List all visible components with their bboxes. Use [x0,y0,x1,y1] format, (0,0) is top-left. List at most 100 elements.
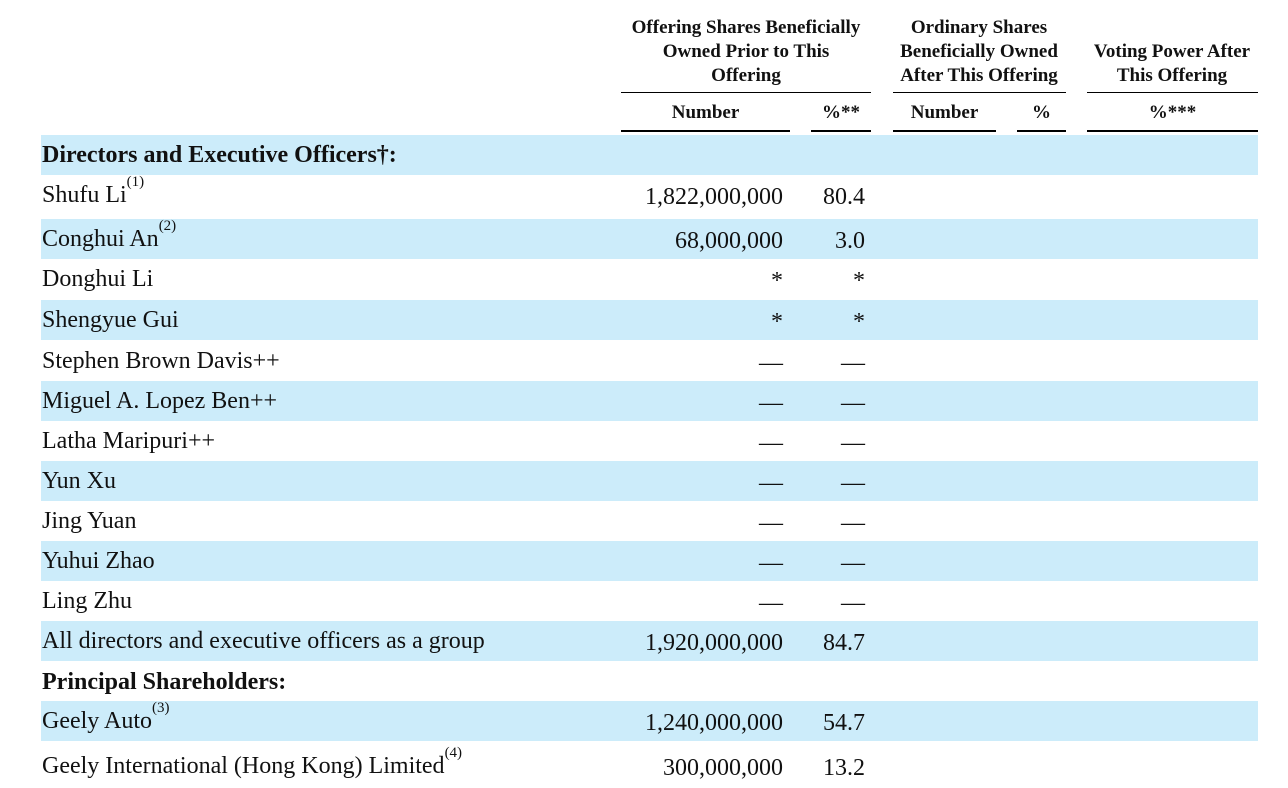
section-title: Directors and Executive Officers†: [42,135,397,175]
holder-name-text: Geely International (Hong Kong) Limited [42,753,445,779]
holder-name-text: Shengyue Gui [42,307,179,333]
section-header-row: Directors and Executive Officers†: [41,135,1258,175]
shares-number-cell: — [759,470,783,496]
footnote-ref: (3) [151,700,170,716]
holder-name-text: Jing Yuan [42,508,137,534]
col-header-offering-shares-line3: Offering [711,65,781,86]
col-header-offering-shares: Offering Shares Beneficially Owned Prior… [618,16,874,88]
shares-percent-cell: 84.7 [823,630,865,656]
holder-name: Yuhui Zhao [42,541,155,581]
shares-number-cell: * [771,309,783,335]
holder-name: Shengyue Gui [42,300,179,340]
table-row: Miguel A. Lopez Ben++ — — [41,381,1258,421]
section-header-row: Principal Shareholders: [41,662,1258,702]
shares-number-cell: 68,000,000 [675,228,783,254]
holder-name-text: Miguel A. Lopez Ben++ [42,388,278,414]
shares-percent-cell: 80.4 [823,184,865,210]
subheader-pct-prior: %** [822,102,860,123]
holder-name: Yun Xu [42,461,116,501]
header-rule-group2 [893,92,1066,93]
shares-number-cell: 1,920,000,000 [645,630,783,656]
holder-name-text: Shufu Li [42,182,127,208]
holder-name: Shufu Li(1) [42,174,145,215]
col-header-voting-power-line1: Voting Power After [1093,41,1251,62]
table-row: Shufu Li(1) 1,822,000,000 80.4 [41,174,1258,215]
table-row: Shengyue Gui * * [41,300,1258,340]
col-header-offering-shares-line2: Owned Prior to This [662,41,830,62]
shares-percent-cell: — [841,390,865,416]
holder-name: Donghui Li [42,259,153,299]
col-header-offering-shares-line1: Offering Shares Beneficially [631,17,861,38]
shares-percent-cell: — [841,510,865,536]
shares-percent-cell: 3.0 [835,228,865,254]
shares-number-cell: 1,240,000,000 [645,710,783,736]
subheader-rule-number-after [893,130,996,132]
footnote-ref: (1) [126,174,145,190]
shares-percent-cell: — [841,550,865,576]
col-header-ordinary-shares-line1: Ordinary Shares [910,17,1048,38]
holder-name-text: All directors and executive officers as … [42,628,485,654]
col-header-ordinary-shares-line2: Beneficially Owned [900,41,1058,62]
shares-percent-cell: 13.2 [823,755,865,781]
shares-percent-cell: — [841,590,865,616]
holder-name: Miguel A. Lopez Ben++ [42,381,277,421]
shares-percent-cell: * [853,268,865,294]
subheader-pct-voting: %*** [1148,102,1197,123]
shares-percent-cell: — [841,470,865,496]
holder-name-text: Stephen Brown Davis++ [42,348,280,374]
holder-name: Stephen Brown Davis++ [42,341,280,381]
subheader-number-prior: Number [671,102,740,123]
shares-number-cell: — [759,590,783,616]
col-header-voting-power: Voting Power After This Offering [1086,40,1258,88]
table-row: Yun Xu — — [41,461,1258,501]
table-row: Jing Yuan — — [41,501,1258,541]
holder-name-text: Geely Auto [42,708,152,734]
table-row: Ling Zhu — — [41,581,1258,621]
table-row: Stephen Brown Davis++ — — [41,341,1258,381]
shares-percent-cell: 54.7 [823,710,865,736]
shares-number-cell: * [771,268,783,294]
holder-name: All directors and executive officers as … [42,621,485,661]
subheader-rule-pct-after [1017,130,1066,132]
table-row: Donghui Li * * [41,259,1258,299]
section-title: Principal Shareholders: [42,662,286,702]
header-rule-group3 [1087,92,1258,93]
holder-name-text: Donghui Li [42,266,154,292]
col-header-voting-power-line2: This Offering [1116,65,1228,86]
col-header-ordinary-shares: Ordinary Shares Beneficially Owned After… [886,16,1072,88]
holder-name: Conghui An(2) [42,218,176,259]
footnote-ref: (4) [444,745,463,761]
shares-percent-cell: — [841,350,865,376]
table-row: Yuhui Zhao — — [41,541,1258,581]
shares-number-cell: — [759,550,783,576]
holder-name-text: Latha Maripuri++ [42,428,216,454]
holder-name-text: Ling Zhu [42,588,132,614]
shares-percent-cell: * [853,309,865,335]
col-header-ordinary-shares-line3: After This Offering [900,65,1058,86]
table-row: Conghui An(2) 68,000,000 3.0 [41,218,1258,259]
holder-name-text: Conghui An [42,226,159,252]
holder-name-text: Directors and Executive Officers†: [42,142,397,168]
shares-number-cell: — [759,390,783,416]
holder-name: Geely Auto(3) [42,700,170,741]
table-row: Geely Auto(3) 1,240,000,000 54.7 [41,700,1258,741]
table-row: Latha Maripuri++ — — [41,421,1258,461]
holder-name: Latha Maripuri++ [42,421,215,461]
holder-name-text: Principal Shareholders: [42,669,287,695]
shares-number-cell: — [759,510,783,536]
shares-number-cell: — [759,350,783,376]
table-row: All directors and executive officers as … [41,621,1258,661]
subheader-rule-pct-voting [1087,130,1258,132]
holder-name-text: Yuhui Zhao [42,548,155,574]
shares-number-cell: 300,000,000 [663,755,783,781]
holder-name-text: Yun Xu [42,468,117,494]
shares-number-cell: 1,822,000,000 [645,184,783,210]
table-row: Geely International (Hong Kong) Limited(… [41,745,1258,786]
shares-number-cell: — [759,430,783,456]
shares-percent-cell: — [841,430,865,456]
subheader-rule-pct-prior [811,130,871,132]
header-rule-group1 [621,92,871,93]
subheader-number-after: Number [910,102,979,123]
holder-name: Ling Zhu [42,581,132,621]
subheader-pct-after: % [1032,102,1051,123]
